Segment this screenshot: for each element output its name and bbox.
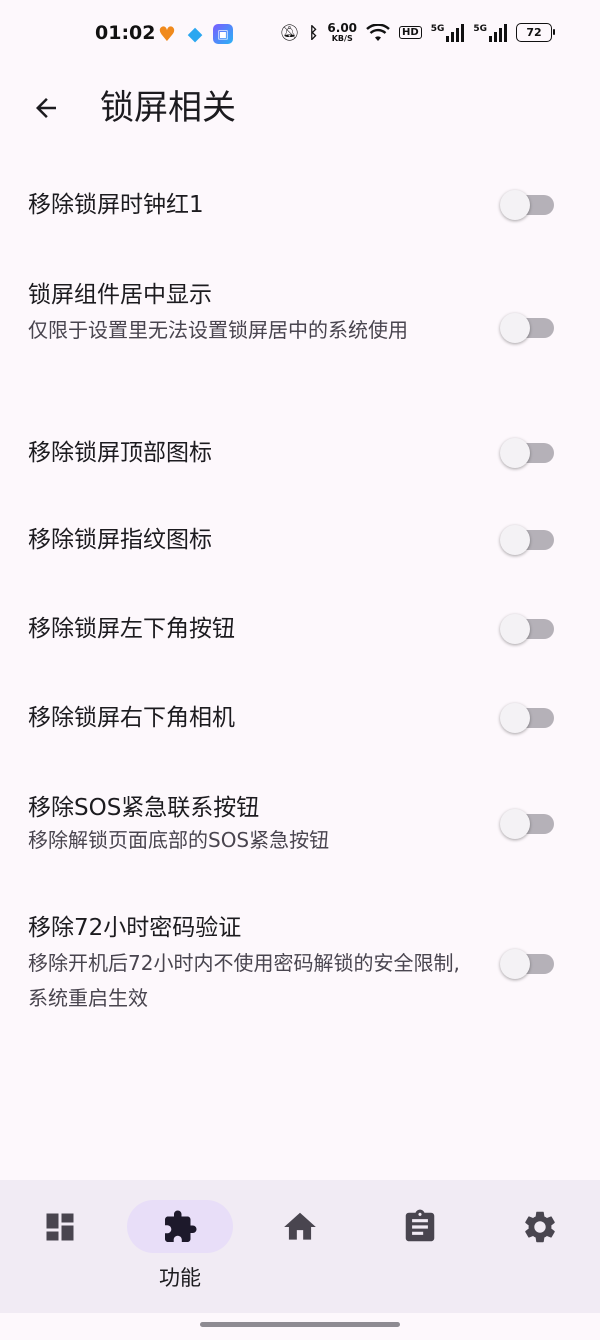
sim2-label: 5G	[473, 23, 487, 34]
switch-thumb	[500, 949, 530, 979]
setting-title: 移除锁屏时钟红1	[28, 192, 204, 218]
nav-item-settings[interactable]	[480, 1200, 600, 1290]
setting-remove-bottom-right-camera[interactable]: 移除锁屏右下角相机	[0, 677, 600, 766]
status-time: 01:02	[95, 22, 156, 44]
nav-item-features[interactable]: 功能	[120, 1200, 240, 1290]
setting-summary: 仅限于设置里无法设置锁屏居中的系统使用	[28, 318, 408, 342]
setting-title: 移除锁屏指纹图标	[28, 527, 212, 553]
puzzle-icon	[165, 1210, 197, 1242]
nav-pill	[487, 1200, 593, 1253]
signal-icon	[489, 23, 507, 42]
battery-level: 72	[526, 26, 542, 39]
switch-thumb	[500, 809, 530, 839]
setting-remove-72h-password[interactable]: 移除72小时密码验证 移除开机后72小时内不使用密码解锁的安全限制, 系统重启生…	[0, 886, 600, 1036]
nav-pill-active	[127, 1200, 233, 1253]
network-speed: 6.00 KB/S	[327, 22, 357, 43]
toggle-switch[interactable]	[500, 312, 555, 344]
qq-icon: ◆	[187, 23, 203, 45]
back-button[interactable]	[22, 84, 70, 132]
sim1-label: 5G	[430, 23, 445, 34]
home-icon	[284, 1212, 316, 1240]
nav-pill	[367, 1200, 473, 1253]
setting-title: 移除SOS紧急联系按钮	[28, 795, 260, 821]
toggle-switch[interactable]	[500, 524, 555, 556]
switch-thumb	[500, 614, 530, 644]
setting-center-lock-widgets[interactable]: 锁屏组件居中显示 仅限于设置里无法设置锁屏居中的系统使用	[0, 250, 600, 410]
bottom-navigation: 功能	[0, 1180, 600, 1313]
toggle-switch[interactable]	[500, 702, 555, 734]
bluetooth-icon: ᛒ	[308, 23, 319, 42]
page-title: 锁屏相关	[100, 88, 236, 128]
system-icons: 🔕︎ ᛒ 6.00 KB/S HD 5G 5G 72	[279, 22, 555, 43]
battery-icon: 72	[516, 23, 555, 42]
setting-remove-lock-clock-red[interactable]: 移除锁屏时钟红1	[0, 160, 600, 250]
nav-item-dashboard[interactable]	[0, 1200, 120, 1290]
switch-thumb	[500, 703, 530, 733]
nav-pill	[247, 1200, 353, 1253]
toggle-switch[interactable]	[500, 808, 555, 840]
setting-title: 移除锁屏右下角相机	[28, 705, 235, 731]
speed-value: 6.00	[327, 21, 358, 35]
setting-remove-bottom-left-button[interactable]: 移除锁屏左下角按钮	[0, 588, 600, 677]
switch-thumb	[500, 438, 530, 468]
status-bar: 01:02 ♥ ◆ ▣ 🔕︎ ᛒ 6.00 KB/S HD 5G 5G 72	[0, 0, 600, 70]
signal-sim2: 5G	[473, 23, 507, 42]
speed-unit: KB/S	[331, 34, 353, 43]
setting-title: 移除锁屏顶部图标	[28, 440, 212, 466]
nav-label: 功能	[159, 1266, 201, 1290]
switch-thumb	[500, 190, 530, 220]
toggle-switch[interactable]	[500, 437, 555, 469]
toggle-switch[interactable]	[500, 189, 555, 221]
nav-item-logs[interactable]	[360, 1200, 480, 1290]
top-app-bar: 锁屏相关	[0, 72, 600, 144]
switch-thumb	[500, 313, 530, 343]
gear-icon	[525, 1211, 555, 1242]
setting-title: 移除72小时密码验证	[28, 915, 242, 941]
clipboard-icon	[405, 1209, 435, 1241]
hd-icon: HD	[399, 26, 422, 39]
dashboard-icon	[46, 1213, 74, 1240]
setting-title: 锁屏组件居中显示	[28, 282, 212, 308]
arrow-back-icon	[36, 98, 56, 118]
setting-title: 移除锁屏左下角按钮	[28, 616, 235, 642]
notification-icons: ♥ ◆ ▣	[157, 22, 233, 46]
nav-pill	[7, 1200, 113, 1253]
setting-remove-lock-top-icons[interactable]: 移除锁屏顶部图标	[0, 410, 600, 498]
app-icon: ▣	[213, 24, 233, 44]
setting-remove-sos-button[interactable]: 移除SOS紧急联系按钮 移除解锁页面底部的SOS紧急按钮	[0, 766, 600, 886]
setting-summary: 移除解锁页面底部的SOS紧急按钮	[28, 828, 330, 852]
switch-thumb	[500, 525, 530, 555]
toggle-switch[interactable]	[500, 613, 555, 645]
wifi-icon	[366, 23, 390, 41]
signal-sim1: 5G	[430, 23, 465, 42]
heart-app-icon: ♥	[158, 22, 176, 46]
mute-icon: 🔕︎	[279, 23, 300, 42]
gesture-bar[interactable]	[200, 1322, 400, 1327]
setting-summary: 移除开机后72小时内不使用密码解锁的安全限制, 系统重启生效	[28, 951, 460, 1010]
setting-remove-fingerprint-icon[interactable]: 移除锁屏指纹图标	[0, 498, 600, 588]
signal-icon	[446, 23, 465, 42]
toggle-switch[interactable]	[500, 948, 555, 980]
nav-item-home[interactable]	[240, 1200, 360, 1290]
settings-list: 移除锁屏时钟红1 锁屏组件居中显示 仅限于设置里无法设置锁屏居中的系统使用 移除…	[0, 160, 600, 1036]
